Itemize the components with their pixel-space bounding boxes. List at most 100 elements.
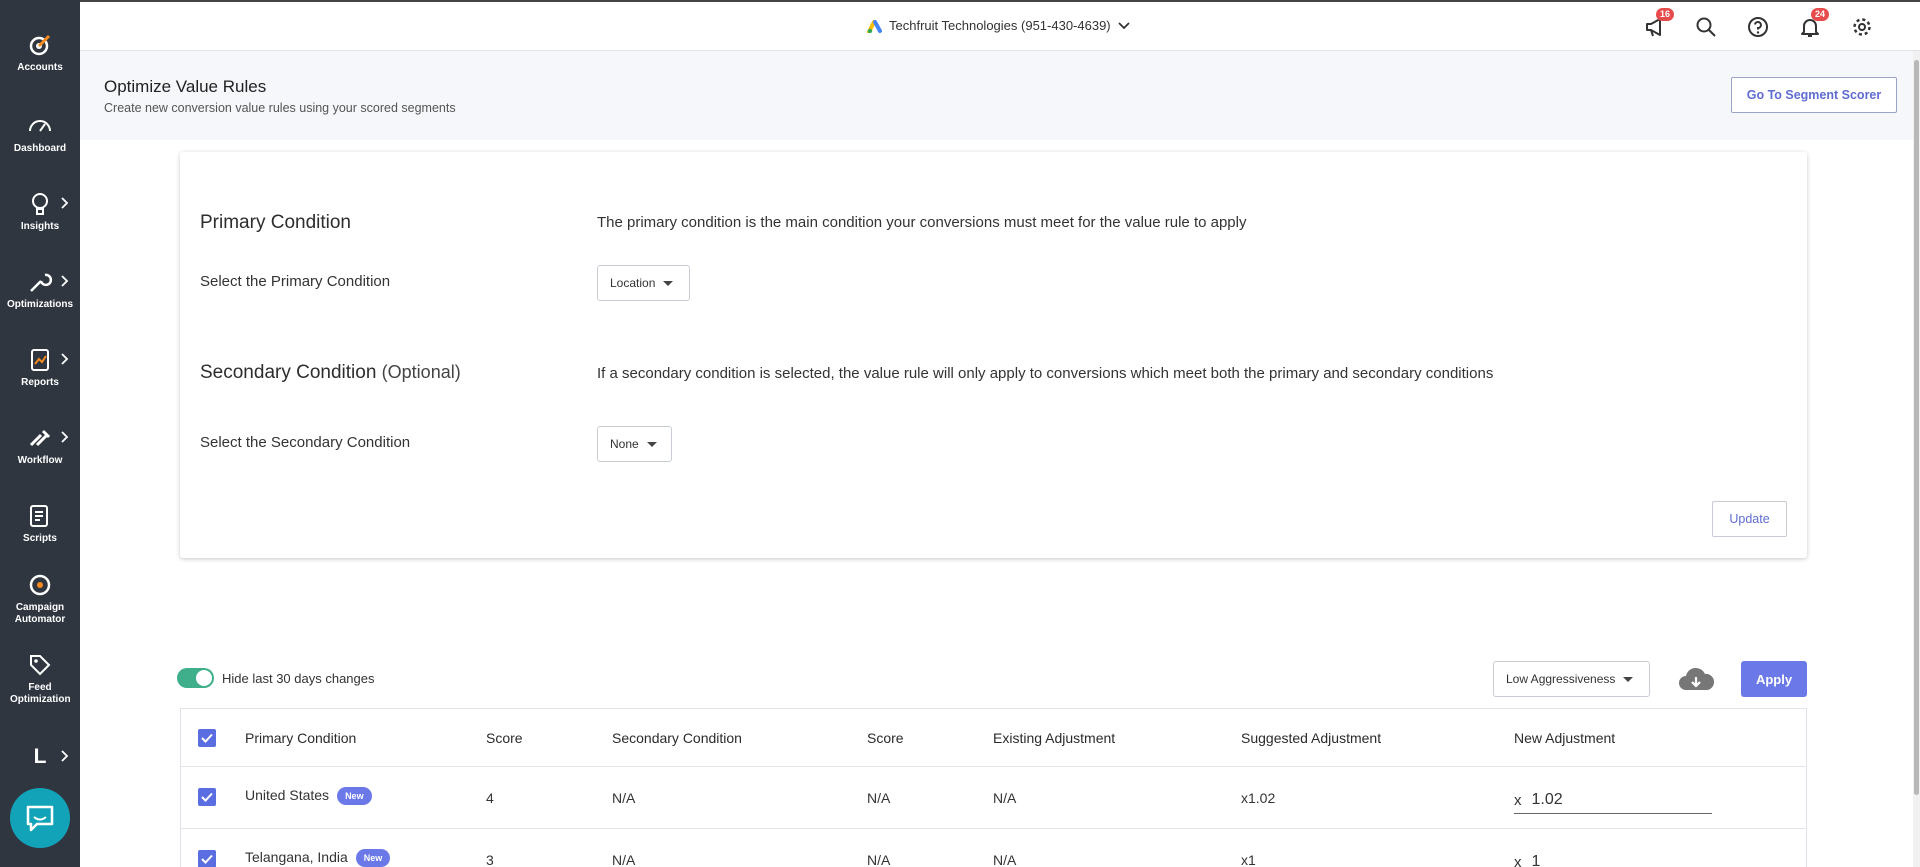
suggested-adjustment-cell: x1 [1241,852,1256,867]
chat-launcher-button[interactable] [10,788,70,848]
sidebar-item-workflow[interactable]: Workflow [0,425,80,467]
column-header-score[interactable]: Score [486,730,523,746]
tag-icon [30,655,51,676]
chevron-right-icon [61,431,69,443]
select-all-checkbox[interactable] [198,729,216,747]
check-icon [201,733,213,743]
go-to-segment-scorer-button[interactable]: Go To Segment Scorer [1731,77,1897,113]
check-icon [201,792,213,802]
aggressiveness-value: Low Aggressiveness [1506,672,1616,686]
sidebar: Accounts Dashboard Insights Optimization… [0,0,80,867]
sidebar-item-label: Insights [20,221,60,232]
row-checkbox[interactable] [198,788,216,806]
help-button[interactable] [1747,16,1769,38]
gauge-icon [29,120,51,132]
sidebar-item-label: Feed Optimization [10,682,71,705]
suggested-adjustment-cell: x1.02 [1241,790,1276,806]
chevron-right-icon [61,353,69,365]
target-logo-icon [29,34,51,56]
notifications-badge: 24 [1810,8,1829,21]
primary-condition-select-label: Select the Primary Condition [200,273,391,290]
sidebar-item-campaign-automator[interactable]: Campaign Automator [0,572,80,626]
sidebar-item-label: Accounts [17,62,63,73]
user-initial: L [33,745,47,768]
optional-label: (Optional) [381,362,461,382]
column-header-new-adjustment[interactable]: New Adjustment [1514,730,1615,746]
secondary-condition-title: Secondary Condition (Optional) [200,362,461,384]
primary-condition-dropdown[interactable]: Location [597,265,690,301]
apply-button[interactable]: Apply [1741,661,1807,697]
row-checkbox[interactable] [198,850,216,867]
column-header-secondary-condition[interactable]: Secondary Condition [612,730,742,746]
secondary-condition-dropdown[interactable]: None [597,426,672,462]
page-scrollbar-thumb[interactable] [1914,60,1919,795]
primary-condition-value: Location [610,276,656,290]
page-title: Optimize Value Rules [104,77,267,96]
script-icon [30,505,48,527]
hide-changes-toggle[interactable] [177,668,214,688]
column-header-existing-adjustment[interactable]: Existing Adjustment [993,730,1115,746]
account-switcher[interactable]: Techfruit Technologies (951-430-4639) [867,18,1131,33]
new-adjustment-value[interactable]: 1 [1532,853,1541,867]
primary-condition-description: The primary condition is the main condit… [597,214,1247,231]
hide-changes-label: Hide last 30 days changes [222,671,375,686]
new-badge: New [355,849,391,867]
score-cell: 3 [486,852,494,867]
aggressiveness-dropdown[interactable]: Low Aggressiveness [1493,661,1650,697]
existing-adjustment-cell: N/A [993,790,1017,806]
table-row: Telangana, India New 3 N/A N/A N/A x1 x 1 [181,829,1806,867]
search-icon [1696,17,1716,37]
sidebar-item-optimizations[interactable]: Optimizations [0,269,80,311]
sidebar-item-insights[interactable]: Insights [0,191,80,233]
secondary-condition-cell: N/A [612,790,636,806]
chevron-down-icon [1117,21,1130,29]
cloud-download-icon[interactable] [1677,665,1715,695]
chevron-right-icon [61,750,69,762]
sidebar-item-label: Workflow [17,455,63,466]
sidebar-item-label: Scripts [23,533,57,544]
score-cell: 4 [486,790,494,806]
sidebar-item-scripts[interactable]: Scripts [0,503,80,545]
account-name: Techfruit Technologies (951-430-4639) [889,18,1111,33]
sidebar-item-label: Campaign Automator [14,602,66,625]
notifications-button[interactable]: 24 [1799,8,1829,38]
chevron-right-icon [61,275,69,287]
sidebar-item-label: Optimizations [6,299,74,310]
new-adjustment-value[interactable]: 1.02 [1532,791,1563,809]
sidebar-item-dashboard[interactable]: Dashboard [0,113,80,155]
primary-condition-cell: Telangana, India New [245,849,391,867]
sidebar-item-user[interactable]: L [0,744,80,770]
caret-down-icon [646,441,657,447]
primary-condition-text: United States [245,787,330,803]
announcements-button[interactable]: 16 [1644,8,1674,38]
report-icon [31,349,49,371]
secondary-condition-select-label: Select the Secondary Condition [200,434,411,451]
primary-condition-cell: United States New [245,787,372,805]
gear-icon [1853,18,1871,36]
column-header-secondary-score[interactable]: Score [867,730,904,746]
new-adjustment-input[interactable]: x 1 [1514,842,1712,867]
settings-button[interactable] [1851,16,1873,38]
wrench-icon [30,273,53,292]
topbar: Techfruit Technologies (951-430-4639) 16… [80,0,1920,51]
new-adjustment-input[interactable]: x 1.02 [1514,780,1712,814]
table-row: United States New 4 N/A N/A N/A x1.02 x 1… [181,767,1806,829]
column-header-suggested-adjustment[interactable]: Suggested Adjustment [1241,730,1381,746]
chat-icon [26,805,54,832]
caret-down-icon [663,280,674,286]
google-ads-icon [867,19,882,33]
announcements-badge: 16 [1655,8,1674,21]
multiplier-prefix: x [1514,792,1522,809]
sidebar-item-accounts[interactable]: Accounts [0,32,80,74]
update-button[interactable]: Update [1712,501,1787,537]
sidebar-item-reports[interactable]: Reports [0,347,80,389]
sidebar-item-feed-optimization[interactable]: Feed Optimization [0,652,80,706]
conditions-card: Primary Condition The primary condition … [180,152,1807,558]
secondary-condition-value: None [610,437,639,451]
primary-condition-title-text: Primary Condition [200,212,351,233]
chevron-right-icon [61,197,69,209]
tools-icon [29,429,51,447]
secondary-score-cell: N/A [867,790,891,806]
search-button[interactable] [1695,16,1717,38]
column-header-primary-condition[interactable]: Primary Condition [245,730,356,746]
